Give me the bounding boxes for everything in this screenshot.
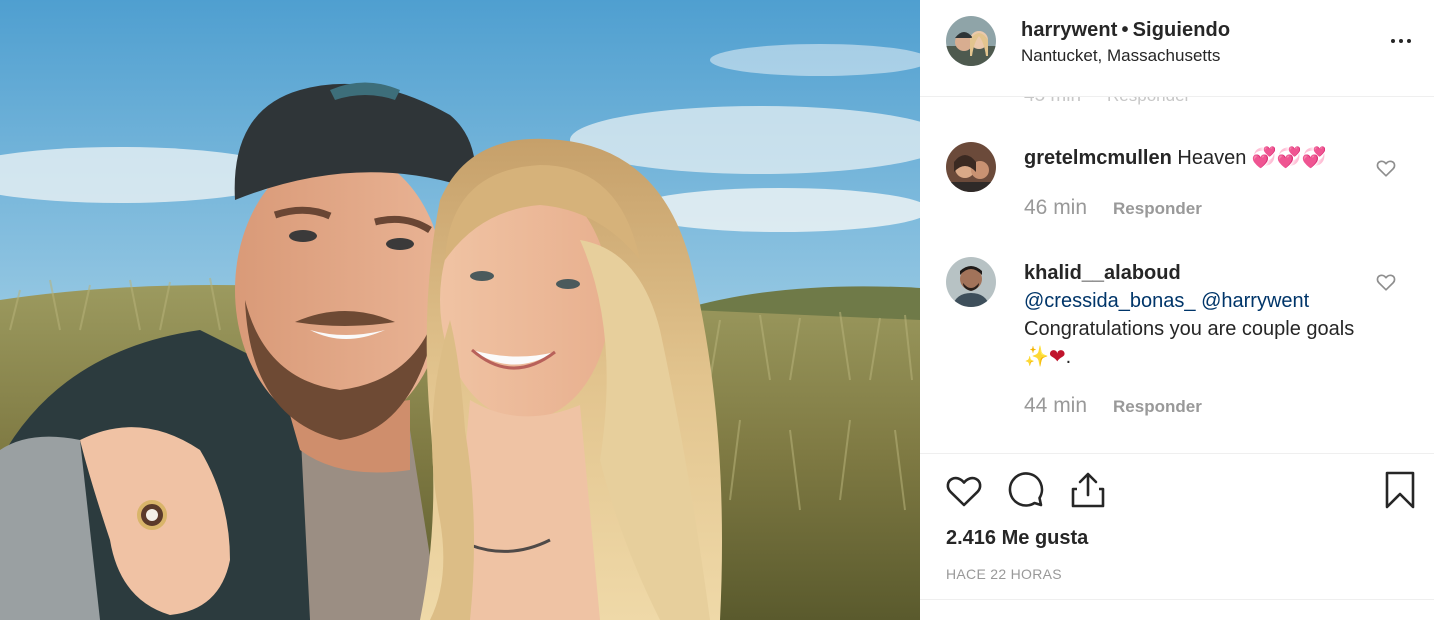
- bookmark-icon[interactable]: [1380, 470, 1420, 510]
- heart-icon[interactable]: [944, 470, 984, 510]
- comment-text: khalid__alaboud @cressida_bonas_ @harryw…: [1024, 259, 1364, 371]
- reply-button[interactable]: Responder: [1107, 97, 1190, 105]
- post-sidebar: harrywent • Siguiendo Nantucket, Massachus…: [920, 0, 1434, 620]
- comment-meta: 44 min Responder: [1024, 394, 1202, 418]
- author-line: harrywent • Siguiendo: [1021, 19, 1230, 42]
- comment-time: 46 min: [1024, 196, 1088, 219]
- commenter-avatar[interactable]: [946, 142, 996, 192]
- mention-link[interactable]: @harrywent: [1201, 290, 1309, 312]
- comment-end: .: [1065, 346, 1072, 368]
- more-dot-icon: [1391, 39, 1395, 43]
- comment-username[interactable]: gretelmcmullen: [1024, 147, 1172, 169]
- share-icon[interactable]: [1068, 470, 1108, 510]
- comment-message: Heaven: [1177, 147, 1252, 169]
- comment-meta: 46 min Responder: [1024, 196, 1202, 220]
- comment-like-heart-icon[interactable]: [1375, 157, 1397, 179]
- comment-icon[interactable]: [1006, 470, 1046, 510]
- commenter-avatar[interactable]: [946, 257, 996, 307]
- reply-button[interactable]: Responder: [1113, 397, 1202, 416]
- photo-illustration: [0, 0, 920, 620]
- comments-list[interactable]: 45 min Responder gretelmcmullen Heaven 💞💞…: [920, 97, 1434, 453]
- comment-username[interactable]: khalid__alaboud: [1024, 259, 1364, 287]
- follow-status[interactable]: Siguiendo: [1133, 19, 1231, 41]
- hearts-emoji: 💞💞💞: [1251, 147, 1327, 169]
- post-location[interactable]: Nantucket, Massachusetts: [1021, 46, 1220, 66]
- post-header: harrywent • Siguiendo Nantucket, Massachus…: [920, 0, 1434, 97]
- comment-time: 45 min: [1024, 97, 1081, 106]
- likes-count[interactable]: 2.416 Me gusta: [946, 527, 1088, 550]
- reply-button[interactable]: Responder: [1113, 199, 1202, 218]
- sparkle-heart-emoji: ✨❤: [1024, 346, 1066, 368]
- separator-dot: •: [1121, 19, 1129, 41]
- mention-link[interactable]: @cressida_bonas_: [1024, 290, 1196, 312]
- author-avatar[interactable]: [946, 16, 996, 66]
- post-photo[interactable]: [0, 0, 920, 620]
- more-dot-icon: [1399, 39, 1403, 43]
- post-timestamp[interactable]: HACE 22 HORAS: [946, 566, 1062, 582]
- author-username[interactable]: harrywent: [1021, 19, 1118, 41]
- comment-text: gretelmcmullen Heaven 💞💞💞: [1024, 144, 1364, 172]
- post-actions: 2.416 Me gusta HACE 22 HORAS: [920, 453, 1434, 600]
- comment-message: Congratulations you are couple goals: [1024, 318, 1355, 340]
- more-options-button[interactable]: [1386, 26, 1416, 56]
- more-dot-icon: [1407, 39, 1411, 43]
- comment-like-heart-icon[interactable]: [1375, 271, 1397, 293]
- clipped-comment-meta: 45 min Responder: [1024, 97, 1190, 107]
- comment-time: 44 min: [1024, 394, 1088, 417]
